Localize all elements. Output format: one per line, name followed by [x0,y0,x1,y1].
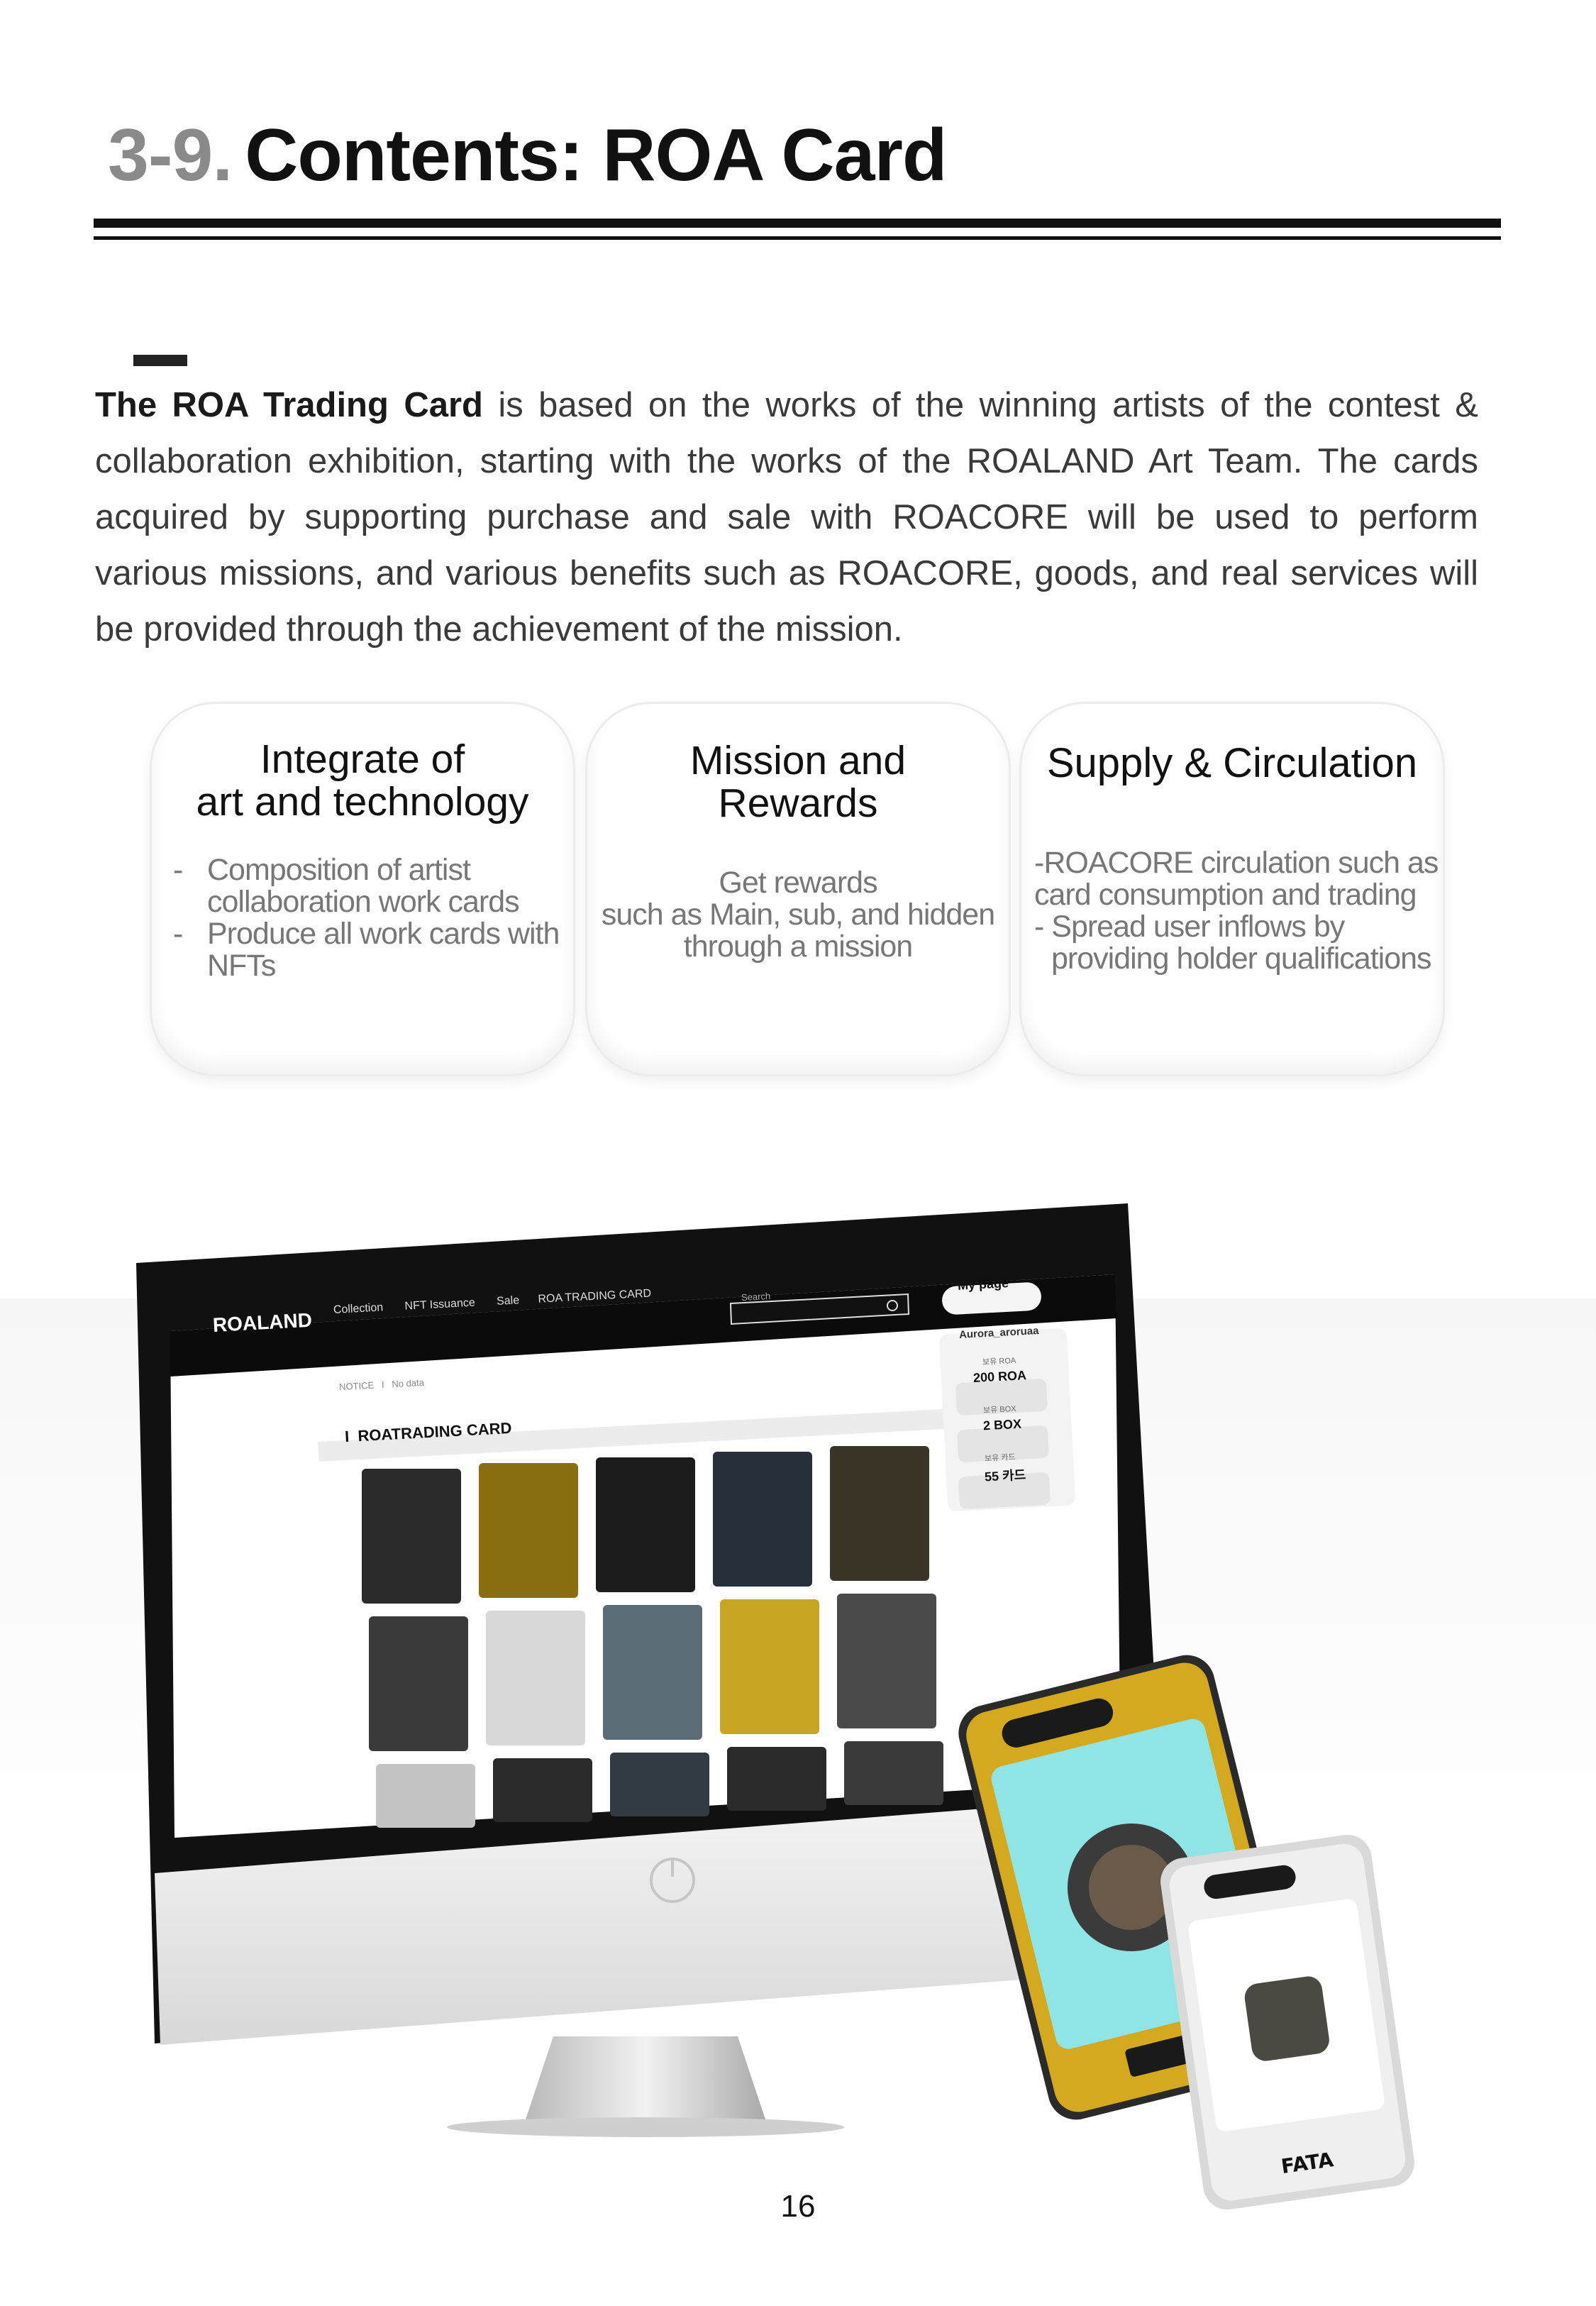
feature-card-supply: Supply & Circulation -ROACORE circulatio… [1021,704,1443,1074]
stat-value: 2 BOX [982,1416,1022,1433]
section-title: Contents: ROA Card [245,114,947,197]
grid-card [837,1594,936,1728]
feature-title: Supply & Circulation [1046,740,1418,786]
nav-item-sale[interactable]: Sale [497,1294,520,1308]
stat-value: 55 카드 [984,1467,1026,1484]
grid-card [720,1599,819,1734]
feature-title: Integrate of art and technology [196,737,529,824]
grid-card [369,1616,468,1751]
grid-card [830,1446,929,1581]
stat-label: 보유 BOX [982,1404,1016,1416]
section-number: 3-9. [108,114,233,197]
grid-card [362,1469,461,1604]
feature-body: Composition of artist collaboration work… [167,854,565,982]
grid-card [376,1764,475,1828]
card-grid [362,1446,943,1828]
grid-card [493,1758,592,1822]
monitor-mockup [136,1203,1172,2137]
monitor-stand [525,2036,766,2122]
feature-body: -ROACORE circulation such as card consum… [1034,846,1439,976]
stat-value: 200 ROA [972,1368,1027,1385]
intro-text: is based on the works of the winning art… [95,386,1478,649]
stat-label: 보유 ROA [982,1356,1016,1367]
grid-card [844,1741,943,1805]
title-rule-thin [94,236,1501,240]
feature-body: Get rewards such as Main, sub, and hidde… [601,866,995,964]
grid-card [596,1457,695,1592]
feature-title: Mission and Rewards [689,738,907,826]
page-title: 3-9. Contents: ROA Card [108,114,947,198]
paragraph-marker [133,355,187,366]
grid-card [486,1611,585,1745]
grid-card [610,1753,709,1816]
mypage-label[interactable]: My page [957,1276,1009,1293]
feature-card-mission: Mission and Rewards Get rewards such as M… [587,704,1009,1074]
grid-card [603,1605,702,1740]
monitor-base [447,2117,844,2137]
page-number: 16 [780,2189,816,2224]
feature-card-integrate: Integrate ofart and technology Compositi… [152,704,573,1074]
stat-label: 보유 카드 [984,1452,1016,1464]
feature-item: Composition of artist collaboration work… [167,854,565,918]
feature-item: Produce all work cards with NFTs [167,918,565,982]
intro-paragraph: The ROA Trading Card is based on the wor… [95,377,1478,658]
title-rule-thick [94,219,1501,228]
grid-card [727,1747,826,1811]
grid-card [713,1452,812,1587]
nav-item-collection[interactable]: Collection [333,1301,384,1316]
grid-card [479,1463,578,1598]
intro-lead: The ROA Trading Card [95,386,483,424]
search-placeholder: Search [741,1290,771,1303]
